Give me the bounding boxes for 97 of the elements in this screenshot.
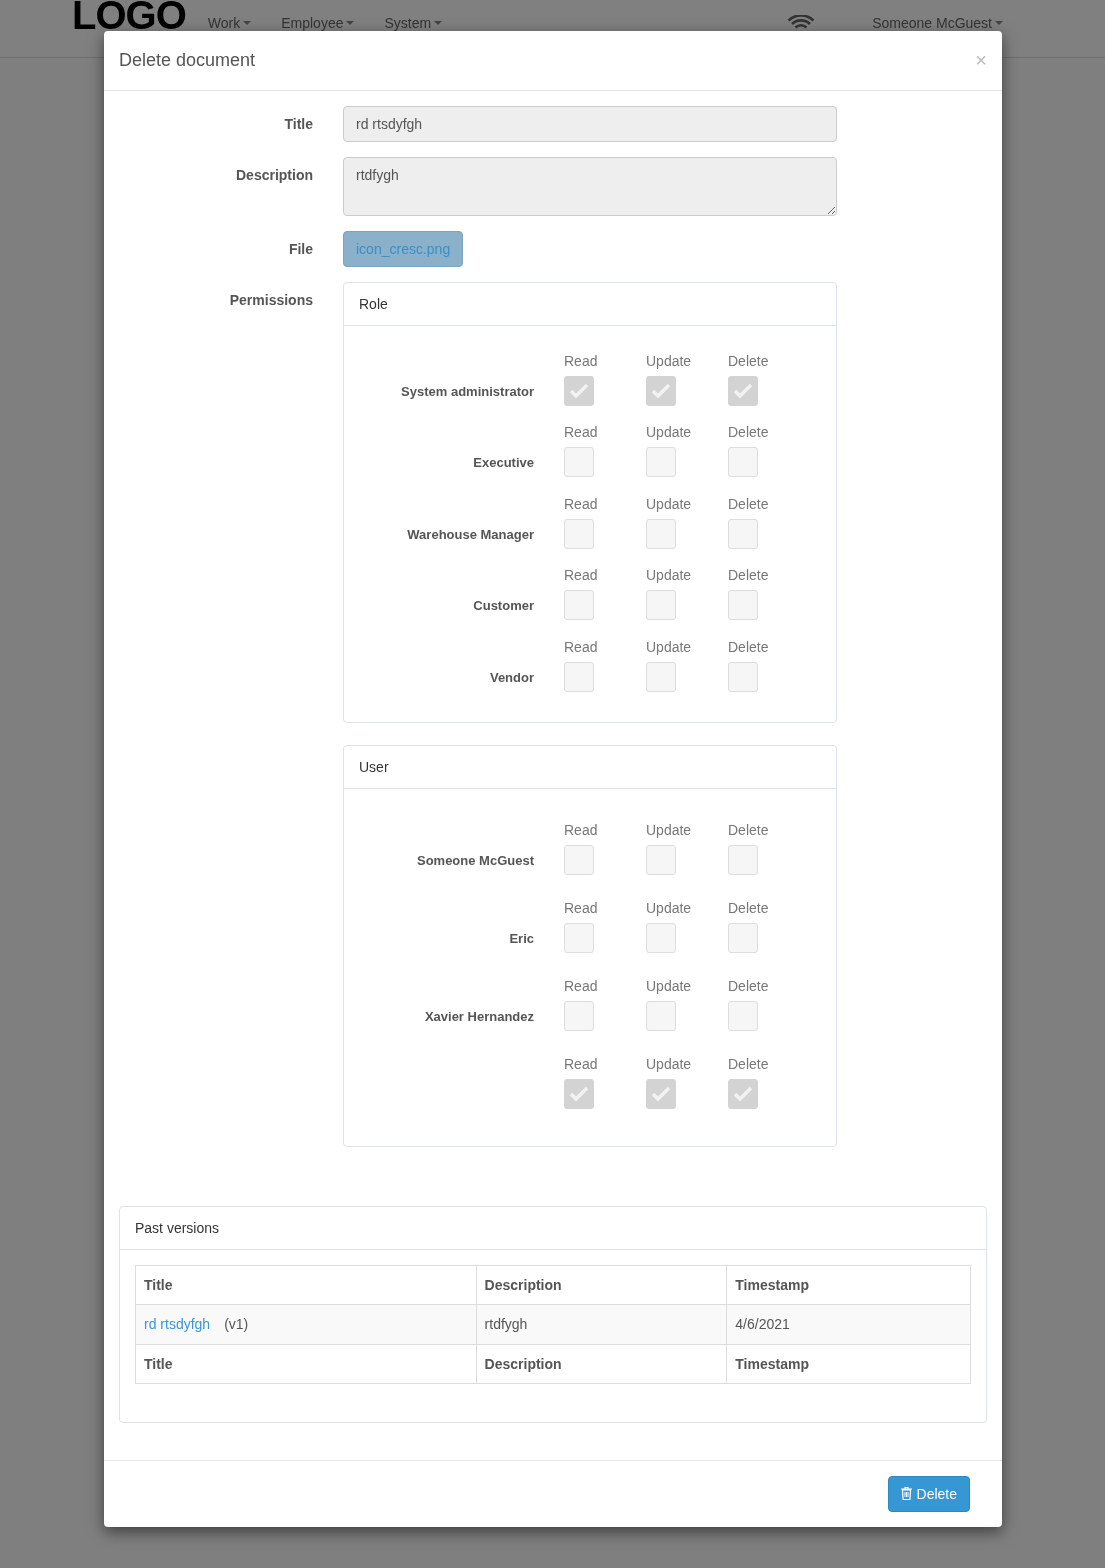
permission-label: Update	[646, 567, 692, 583]
permission-label: Read	[564, 424, 598, 440]
table-cell: 4/6/2021	[726, 1304, 971, 1344]
checkbox[interactable]	[646, 447, 676, 477]
checkbox[interactable]	[728, 1000, 758, 1031]
checkbox[interactable]	[728, 375, 758, 406]
permission-label: Read	[564, 352, 598, 369]
checkbox[interactable]	[564, 1078, 594, 1109]
checkbox[interactable]	[646, 375, 676, 406]
field-label: Description	[235, 166, 313, 185]
permission-owner: Vendor	[488, 669, 535, 687]
permission-label: Delete	[728, 899, 769, 916]
panel-title: User	[359, 758, 389, 775]
permission-label: Update	[646, 1055, 692, 1072]
checkbox[interactable]	[728, 590, 758, 620]
checkbox[interactable]	[646, 844, 676, 875]
wifi-icon	[786, 15, 817, 29]
permission-label: Delete	[728, 1055, 769, 1072]
permission-owner: Warehouse Manager	[406, 526, 535, 544]
permission-owner: Customer	[472, 598, 535, 615]
permission-label: Read	[564, 821, 598, 838]
checkbox[interactable]	[728, 661, 758, 692]
permission-label: Delete	[728, 352, 769, 369]
checkmark-icon	[569, 382, 589, 399]
permission-label: Update	[646, 424, 692, 440]
checkmark-icon	[733, 1085, 753, 1102]
column-header: Timestamp	[726, 1265, 971, 1304]
description-field[interactable]: rtdfygh	[343, 157, 837, 216]
checkmark-icon	[651, 1085, 671, 1102]
checkbox[interactable]	[646, 518, 676, 549]
permission-owner: Someone McGuest	[415, 852, 535, 870]
checkbox[interactable]	[728, 1078, 758, 1109]
checkbox[interactable]	[564, 518, 594, 549]
permission-owner: Xavier Hernandez	[423, 1008, 535, 1026]
checkbox[interactable]	[564, 844, 594, 875]
version-link[interactable]: rd rtsdyfgh	[144, 1316, 211, 1332]
permission-label: Update	[646, 638, 692, 655]
checkbox[interactable]	[564, 590, 594, 620]
checkbox[interactable]	[646, 922, 676, 953]
permission-label: Delete	[728, 977, 769, 994]
permission-label: Delete	[728, 495, 769, 512]
checkbox[interactable]	[564, 375, 594, 406]
nav-menu[interactable]: System	[384, 16, 443, 30]
checkbox[interactable]	[564, 1000, 594, 1031]
user-menu[interactable]: Someone McGuest	[872, 16, 1003, 30]
checkmark-icon	[733, 382, 753, 399]
permission-owner: System administrator	[400, 383, 535, 401]
permission-label: Delete	[728, 638, 769, 655]
checkbox[interactable]	[564, 447, 594, 477]
column-footer: Title	[135, 1344, 477, 1383]
checkbox[interactable]	[728, 844, 758, 875]
modal-title: Delete document	[119, 50, 256, 71]
permission-label: Read	[564, 899, 598, 916]
column-header: Title	[135, 1265, 477, 1304]
permission-label: Read	[564, 495, 598, 512]
permission-label: Read	[564, 567, 598, 583]
trash-icon	[900, 1487, 912, 1500]
checkmark-icon	[569, 1085, 589, 1102]
panel-title: Role	[359, 296, 388, 312]
permission-label: Delete	[728, 567, 769, 583]
checkbox[interactable]	[646, 1078, 676, 1109]
checkmark-icon	[651, 382, 671, 399]
permission-owner: Executive	[472, 455, 535, 472]
field-label: Title	[283, 115, 313, 134]
close-button[interactable]: ×	[975, 49, 987, 72]
column-header: Description	[476, 1265, 727, 1304]
nav-menu[interactable]: Work	[207, 16, 252, 30]
checkbox[interactable]	[646, 1000, 676, 1031]
title-field[interactable]: rd rtsdyfgh	[343, 106, 837, 142]
checkbox[interactable]	[728, 518, 758, 549]
checkbox[interactable]	[646, 590, 676, 620]
permission-label: Read	[564, 1055, 598, 1072]
version-number: (v1)	[224, 1316, 249, 1332]
permission-label: Read	[564, 638, 598, 655]
permission-label: Read	[564, 977, 598, 994]
column-footer: Timestamp	[726, 1344, 971, 1383]
table-cell: rtdfygh	[476, 1304, 727, 1344]
nav-menu[interactable]: Employee	[281, 16, 355, 30]
checkbox[interactable]	[646, 661, 676, 692]
checkbox[interactable]	[564, 661, 594, 692]
column-footer: Description	[476, 1344, 727, 1383]
delete-button[interactable]: Delete	[887, 1475, 970, 1512]
permission-label: Update	[646, 821, 692, 838]
checkbox[interactable]	[728, 922, 758, 953]
permission-label: Update	[646, 352, 692, 369]
permission-label: Delete	[728, 424, 769, 440]
field-label: Permissions	[228, 291, 313, 310]
field-label: File	[287, 240, 313, 259]
logo[interactable]: LOGO	[72, 0, 186, 30]
checkbox[interactable]	[564, 922, 594, 953]
permission-label: Update	[646, 495, 692, 512]
permission-label: Update	[646, 977, 692, 994]
permission-label: Update	[646, 899, 692, 916]
permission-label: Delete	[728, 821, 769, 838]
checkbox[interactable]	[728, 447, 758, 477]
panel-title: Past versions	[135, 1219, 220, 1236]
permission-owner: Eric	[508, 930, 535, 948]
